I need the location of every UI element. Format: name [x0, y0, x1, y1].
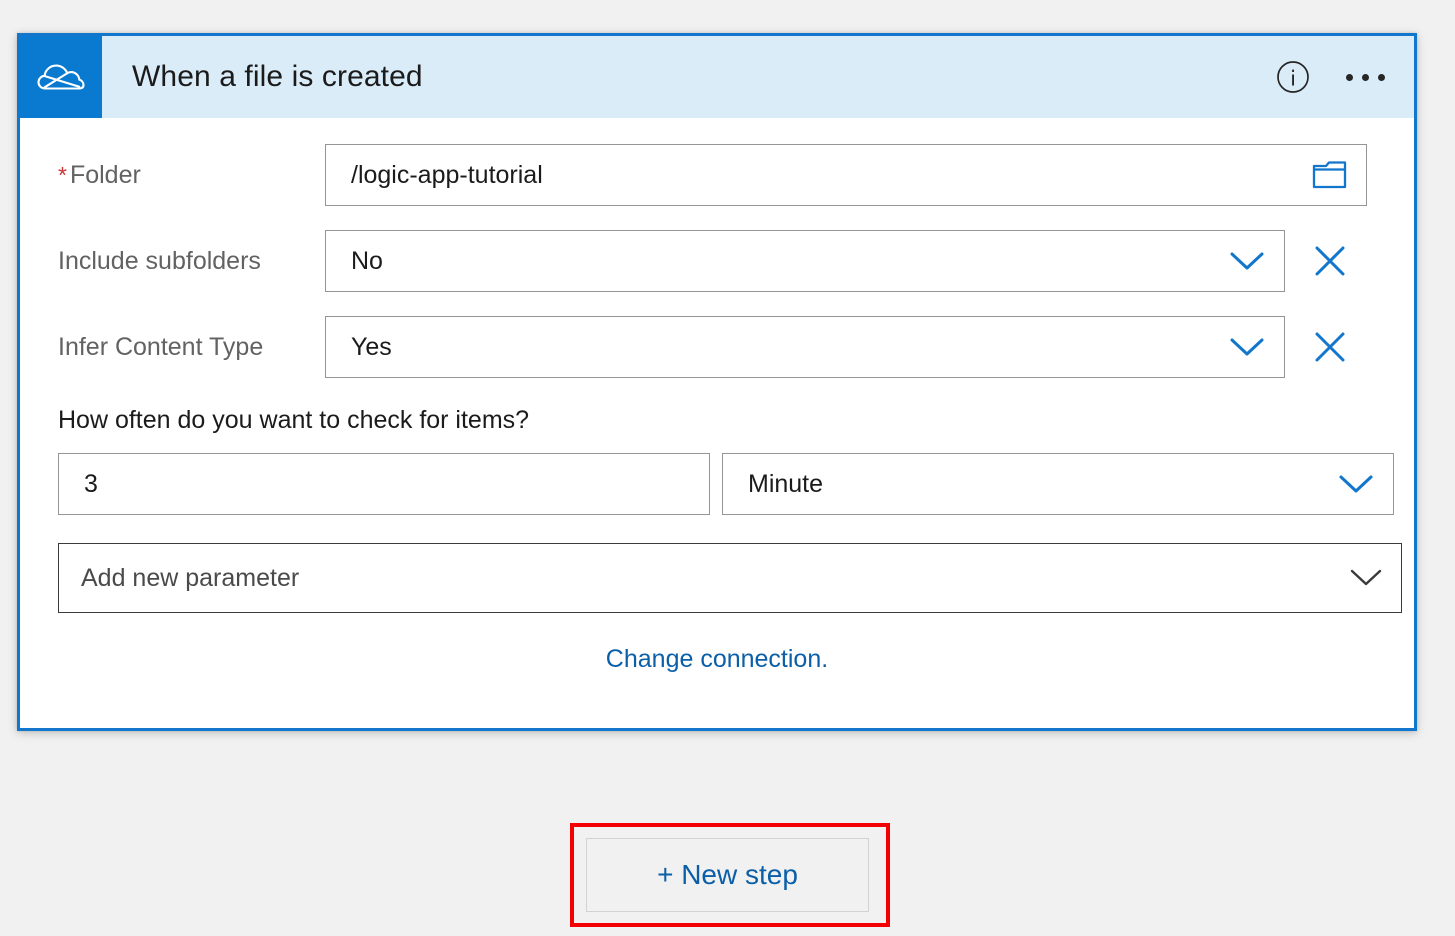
infer-content-type-select[interactable]: Yes: [325, 316, 1285, 378]
header-actions: [1274, 36, 1392, 118]
add-new-parameter-select[interactable]: Add new parameter: [58, 543, 1402, 613]
trigger-card-body: *Folder /logic-app-tutorial Include subf…: [20, 118, 1414, 728]
chevron-down-icon[interactable]: [1349, 567, 1383, 589]
ellipsis-dot: [1346, 74, 1353, 81]
info-circle-icon[interactable]: [1274, 58, 1312, 96]
new-step-button[interactable]: + New step: [586, 838, 869, 912]
field-label-text: Include subfolders: [58, 247, 261, 275]
add-new-parameter-label: Add new parameter: [59, 564, 299, 593]
required-asterisk: *: [58, 162, 67, 188]
trigger-card: When a file is created *Folder: [17, 33, 1417, 731]
clear-include-subfolders-button[interactable]: [1305, 236, 1355, 286]
folder-picker-icon[interactable]: [1312, 160, 1348, 190]
trigger-title: When a file is created: [132, 60, 423, 94]
field-row-include-subfolders: Include subfolders No: [20, 230, 1414, 292]
folder-input[interactable]: /logic-app-tutorial: [325, 144, 1367, 206]
frequency-unit-select[interactable]: Minute: [722, 453, 1394, 515]
frequency-unit-value: Minute: [723, 470, 823, 499]
frequency-question: How often do you want to check for items…: [58, 406, 529, 435]
field-row-folder: *Folder /logic-app-tutorial: [20, 144, 1414, 206]
field-label-folder: *Folder: [20, 161, 325, 190]
chevron-down-icon[interactable]: [1337, 472, 1375, 496]
field-label-text: Folder: [70, 161, 141, 189]
trigger-card-header: When a file is created: [20, 36, 1414, 118]
folder-input-value: /logic-app-tutorial: [326, 161, 543, 190]
change-connection-link[interactable]: Change connection.: [20, 645, 1414, 674]
field-label-text: Infer Content Type: [58, 333, 263, 361]
onedrive-cloud-icon: [37, 58, 85, 96]
include-subfolders-value: No: [326, 247, 383, 276]
infer-content-type-value: Yes: [326, 333, 392, 362]
include-subfolders-select[interactable]: No: [325, 230, 1285, 292]
frequency-row: 3 Minute: [58, 453, 1394, 515]
field-row-infer-content-type: Infer Content Type Yes: [20, 316, 1414, 378]
chevron-down-icon[interactable]: [1228, 249, 1266, 273]
ellipsis-dot: [1378, 74, 1385, 81]
field-label-include-subfolders: Include subfolders: [20, 247, 325, 276]
connector-icon-tile: [20, 36, 102, 118]
frequency-interval-input[interactable]: 3: [58, 453, 710, 515]
chevron-down-icon[interactable]: [1228, 335, 1266, 359]
ellipsis-icon[interactable]: [1342, 58, 1392, 96]
field-label-infer-content-type: Infer Content Type: [20, 333, 325, 362]
clear-infer-content-type-button[interactable]: [1305, 322, 1355, 372]
frequency-interval-value: 3: [59, 470, 98, 499]
ellipsis-dot: [1362, 74, 1369, 81]
